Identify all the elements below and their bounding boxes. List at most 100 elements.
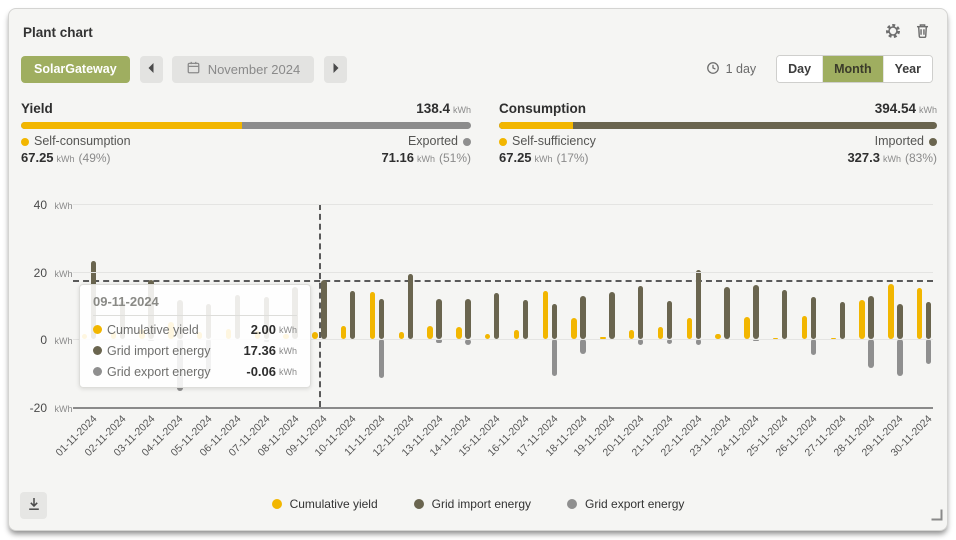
gateway-button[interactable]: SolarGateway [21,56,130,83]
bar-export-30-11-2024[interactable] [926,339,932,364]
bar-yield-27-11-2024[interactable] [831,338,837,340]
bar-export-01-11-2024[interactable] [91,339,97,340]
legend-item-import[interactable]: Grid import energy [414,497,531,511]
bar-yield-11-11-2024[interactable] [370,292,376,339]
bar-yield-05-11-2024[interactable] [197,332,203,339]
bar-import-28-11-2024[interactable] [868,296,874,339]
bar-export-17-11-2024[interactable] [552,339,558,376]
tab-day[interactable]: Day [777,56,822,82]
bar-export-28-11-2024[interactable] [868,339,874,368]
bar-yield-08-11-2024[interactable] [283,334,289,339]
bar-export-23-11-2024[interactable] [724,339,730,340]
bar-export-22-11-2024[interactable] [696,339,702,345]
bar-yield-30-11-2024[interactable] [917,288,923,339]
bar-export-09-11-2024[interactable] [321,339,327,340]
bar-yield-21-11-2024[interactable] [658,327,664,339]
bar-import-02-11-2024[interactable] [120,301,126,339]
bar-yield-26-11-2024[interactable] [802,316,808,339]
tab-year[interactable]: Year [883,56,932,82]
settings-button[interactable] [882,21,904,43]
bar-export-15-11-2024[interactable] [494,339,500,340]
bar-export-21-11-2024[interactable] [667,339,673,344]
bar-yield-22-11-2024[interactable] [687,318,693,339]
bar-import-29-11-2024[interactable] [897,304,903,339]
bar-export-29-11-2024[interactable] [897,339,903,376]
bar-import-04-11-2024[interactable] [177,300,183,339]
bar-import-23-11-2024[interactable] [724,287,730,339]
bar-export-24-11-2024[interactable] [753,339,759,341]
bar-yield-25-11-2024[interactable] [773,338,779,340]
bar-export-26-11-2024[interactable] [811,339,817,355]
bar-import-16-11-2024[interactable] [523,300,529,339]
bar-yield-04-11-2024[interactable] [168,322,174,339]
legend-item-yield[interactable]: Cumulative yield [272,497,378,511]
bar-import-07-11-2024[interactable] [264,297,270,339]
bar-yield-06-11-2024[interactable] [226,329,232,339]
bar-import-09-11-2024[interactable] [321,280,327,339]
prev-period-button[interactable] [140,56,163,83]
bar-yield-16-11-2024[interactable] [514,330,520,339]
bar-yield-12-11-2024[interactable] [399,332,405,339]
bar-yield-07-11-2024[interactable] [255,331,261,339]
bar-yield-29-11-2024[interactable] [888,284,894,339]
bar-yield-10-11-2024[interactable] [341,326,347,339]
bar-import-18-11-2024[interactable] [580,296,586,339]
bar-import-25-11-2024[interactable] [782,290,788,339]
bar-yield-17-11-2024[interactable] [543,291,549,339]
bar-export-27-11-2024[interactable] [840,339,846,340]
bar-yield-24-11-2024[interactable] [744,317,750,339]
bar-export-19-11-2024[interactable] [609,339,615,340]
bar-import-06-11-2024[interactable] [235,295,241,339]
bar-export-03-11-2024[interactable] [148,339,154,341]
bar-yield-01-11-2024[interactable] [82,334,88,339]
bar-import-30-11-2024[interactable] [926,302,932,339]
bar-yield-13-11-2024[interactable] [427,326,433,339]
bar-export-08-11-2024[interactable] [292,339,298,340]
delete-button[interactable] [911,21,933,43]
bar-export-02-11-2024[interactable] [120,339,126,340]
bar-import-19-11-2024[interactable] [609,292,615,339]
bar-import-20-11-2024[interactable] [638,286,644,339]
date-picker-button[interactable]: November 2024 [172,56,315,83]
bar-yield-20-11-2024[interactable] [629,330,635,339]
next-period-button[interactable] [324,56,347,83]
bar-export-18-11-2024[interactable] [580,339,586,354]
bar-export-10-11-2024[interactable] [350,339,356,340]
bar-import-12-11-2024[interactable] [408,274,414,339]
bar-export-16-11-2024[interactable] [523,339,529,340]
bar-import-14-11-2024[interactable] [465,299,471,340]
bar-import-10-11-2024[interactable] [350,291,356,339]
bar-export-13-11-2024[interactable] [436,339,442,343]
bar-export-05-11-2024[interactable] [206,339,212,373]
bar-import-27-11-2024[interactable] [840,302,846,339]
bar-yield-15-11-2024[interactable] [485,334,491,339]
bar-export-11-11-2024[interactable] [379,339,385,378]
bar-yield-18-11-2024[interactable] [571,318,577,339]
bar-yield-09-11-2024[interactable] [312,332,318,339]
bar-import-05-11-2024[interactable] [206,304,212,339]
bar-export-14-11-2024[interactable] [465,339,471,345]
bar-yield-03-11-2024[interactable] [139,329,145,339]
tab-month[interactable]: Month [822,56,882,82]
bar-export-20-11-2024[interactable] [638,339,644,345]
bar-import-24-11-2024[interactable] [753,285,759,339]
bar-yield-19-11-2024[interactable] [600,337,606,339]
bar-import-13-11-2024[interactable] [436,299,442,340]
bar-export-07-11-2024[interactable] [264,339,270,342]
legend-item-export[interactable]: Grid export energy [567,497,684,511]
bar-import-21-11-2024[interactable] [667,301,673,339]
bar-export-12-11-2024[interactable] [408,339,414,340]
bar-import-01-11-2024[interactable] [91,261,97,339]
bar-import-26-11-2024[interactable] [811,297,817,339]
bar-import-15-11-2024[interactable] [494,293,500,339]
bar-import-08-11-2024[interactable] [292,287,298,339]
bar-yield-02-11-2024[interactable] [111,332,117,339]
bar-yield-28-11-2024[interactable] [859,300,865,339]
resize-grip-icon[interactable] [931,508,943,526]
bar-import-11-11-2024[interactable] [379,299,385,339]
bar-export-25-11-2024[interactable] [782,339,788,340]
bar-export-04-11-2024[interactable] [177,339,183,391]
bar-import-17-11-2024[interactable] [552,304,558,339]
bar-export-06-11-2024[interactable] [235,339,241,340]
bar-import-03-11-2024[interactable] [148,280,154,339]
